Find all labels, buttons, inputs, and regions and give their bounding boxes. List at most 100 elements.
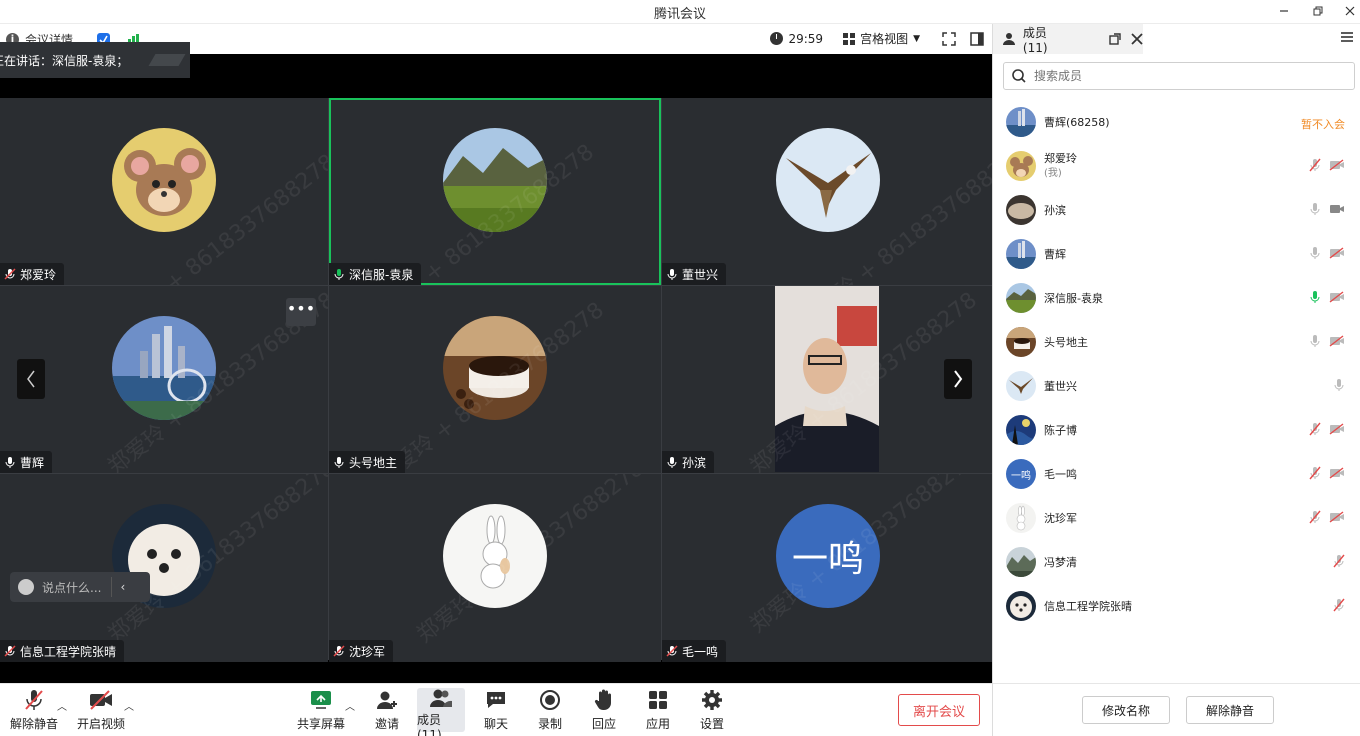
gear-icon <box>702 690 722 710</box>
status-badge: 暂不入会 <box>1301 118 1345 131</box>
video-area: 郑爱玲 + 8618337688278 郑爱玲 郑爱玲 + 8618337688… <box>0 54 994 683</box>
mic-icon[interactable] <box>1309 334 1321 348</box>
audio-options-caret[interactable]: ︿ <box>57 698 67 713</box>
members-icon <box>430 689 452 707</box>
mic-icon[interactable] <box>1309 202 1321 216</box>
more-options-button[interactable]: ••• <box>286 298 316 326</box>
camera-off-icon[interactable] <box>1329 335 1345 347</box>
avatar: 一鸣 <box>1006 459 1036 489</box>
video-tile[interactable]: 郑爱玲 + 8618337688278 ••• 曹辉 <box>0 286 328 473</box>
share-screen-button[interactable]: 共享屏幕 <box>296 688 346 732</box>
record-button[interactable]: 录制 <box>525 688 575 732</box>
previous-page-button[interactable] <box>17 359 45 399</box>
list-item[interactable]: 孙滨 <box>993 188 1360 232</box>
list-item[interactable]: 曹辉 <box>993 232 1360 276</box>
camera-off-icon[interactable] <box>1329 159 1345 171</box>
list-item[interactable]: 陈子博 <box>993 408 1360 452</box>
avatar <box>112 316 216 420</box>
chevron-right-icon <box>954 370 963 388</box>
quick-chat[interactable]: 说点什么... ‹ <box>10 572 150 602</box>
members-panel: 成员(11) 曹辉(68258) 暂不入会 郑爱玲(我) 孙滨 <box>992 24 1360 736</box>
emoji-icon[interactable] <box>18 579 34 595</box>
participant-name-tag: 信息工程学院张晴 <box>0 640 125 662</box>
video-options-caret[interactable]: ︿ <box>124 698 134 713</box>
minimize-button[interactable] <box>1266 0 1302 22</box>
next-page-button[interactable] <box>944 359 972 399</box>
panel-menu-button[interactable] <box>1340 31 1354 46</box>
member-search[interactable] <box>1003 62 1355 90</box>
tab-members[interactable]: 成员(11) <box>993 24 1143 55</box>
leave-meeting-button[interactable]: 离开会议 <box>898 694 980 726</box>
list-item[interactable]: 郑爱玲 (我) <box>993 144 1360 188</box>
chat-icon <box>487 692 505 708</box>
video-tile[interactable]: 郑爱玲 + 8618337688278 头号地主 <box>329 286 661 473</box>
list-item[interactable]: 一鸣 毛一鸣 <box>993 452 1360 496</box>
apps-button[interactable]: 应用 <box>633 688 683 732</box>
video-tile[interactable]: 郑爱玲 + 8618337688278 郑爱玲 <box>0 98 328 285</box>
mic-muted-icon[interactable] <box>1309 466 1321 480</box>
chat-button[interactable]: 聊天 <box>471 688 521 732</box>
fullscreen-icon <box>942 31 956 46</box>
list-item[interactable]: 信息工程学院张晴 <box>993 584 1360 628</box>
collapse-chat-icon[interactable]: ‹ <box>120 580 125 594</box>
popout-icon[interactable] <box>1109 33 1121 45</box>
video-tile[interactable]: 一鸣 郑爱玲 + 8618337688278 毛一鸣 <box>662 474 994 662</box>
start-video-button[interactable]: 开启视频 <box>75 688 127 732</box>
avatar <box>443 128 547 232</box>
invite-button[interactable]: 邀请 <box>362 688 412 732</box>
list-item[interactable]: 深信服-袁泉 <box>993 276 1360 320</box>
maximize-button[interactable] <box>1300 0 1336 22</box>
participant-name-tag: 沈珍军 <box>329 640 394 662</box>
participant-name-tag: 深信服-袁泉 <box>329 263 422 285</box>
unmute-button[interactable]: 解除静音 <box>8 688 60 732</box>
mic-muted-icon[interactable] <box>1333 598 1345 612</box>
sidebar-icon <box>970 31 984 46</box>
toggle-sidebar-button[interactable] <box>970 31 984 46</box>
list-item[interactable]: 冯梦清 <box>993 540 1360 584</box>
avatar: 一鸣 <box>776 504 880 608</box>
hand-icon <box>594 689 611 710</box>
mic-muted-icon <box>333 645 345 657</box>
camera-icon[interactable] <box>1329 203 1345 215</box>
share-options-caret[interactable]: ︿ <box>345 698 355 713</box>
close-icon[interactable] <box>1131 33 1143 45</box>
list-item[interactable]: 曹辉(68258) 暂不入会 <box>993 100 1360 144</box>
fullscreen-button[interactable] <box>942 31 956 46</box>
mic-muted-icon <box>4 268 16 280</box>
rename-button[interactable]: 修改名称 <box>1082 696 1170 724</box>
mic-muted-icon[interactable] <box>1309 510 1321 524</box>
close-button[interactable] <box>1332 0 1360 22</box>
settings-button[interactable]: 设置 <box>687 688 737 732</box>
camera-off-icon[interactable] <box>1329 467 1345 479</box>
camera-off-icon[interactable] <box>1329 511 1345 523</box>
list-item[interactable]: 头号地主 <box>993 320 1360 364</box>
unmute-all-button[interactable]: 解除静音 <box>1186 696 1274 724</box>
mic-icon[interactable] <box>1309 246 1321 260</box>
search-input[interactable] <box>1034 69 1334 83</box>
mic-active-icon[interactable] <box>1309 290 1321 304</box>
mic-muted-icon[interactable] <box>1333 554 1345 568</box>
mic-muted-icon[interactable] <box>1309 158 1321 172</box>
video-tile[interactable]: 郑爱玲 + 8618337688278 董世兴 <box>662 98 994 285</box>
audio-wave-icon <box>148 54 186 66</box>
mic-icon[interactable] <box>1333 378 1345 392</box>
list-item[interactable]: 沈珍军 <box>993 496 1360 540</box>
participant-name-tag: 郑爱玲 <box>0 263 65 285</box>
camera-off-icon[interactable] <box>1329 247 1345 259</box>
camera-off-icon <box>90 690 112 710</box>
members-button[interactable]: 成员(11) <box>417 688 465 736</box>
camera-off-icon[interactable] <box>1329 423 1345 435</box>
list-item[interactable]: 董世兴 <box>993 364 1360 408</box>
mic-icon <box>667 269 677 280</box>
video-tile[interactable]: 郑爱玲 + 8618337688278 沈珍军 <box>329 474 661 662</box>
video-tile[interactable]: 郑爱玲 + 8618337688278 信息工程学院张晴 <box>0 474 328 662</box>
view-mode-dropdown[interactable]: 宫格视图 ▼ <box>843 30 920 47</box>
quick-chat-input[interactable]: 说点什么... <box>42 579 101 596</box>
video-tile-active-speaker[interactable]: 郑爱玲 + 8618337688278 深信服-袁泉 <box>329 98 661 285</box>
mic-muted-icon[interactable] <box>1309 422 1321 436</box>
reactions-button[interactable]: 回应 <box>579 688 629 732</box>
mic-muted-icon <box>25 690 43 710</box>
avatar <box>1006 547 1036 577</box>
camera-off-icon[interactable] <box>1329 291 1345 303</box>
participant-name-tag: 头号地主 <box>329 451 406 473</box>
